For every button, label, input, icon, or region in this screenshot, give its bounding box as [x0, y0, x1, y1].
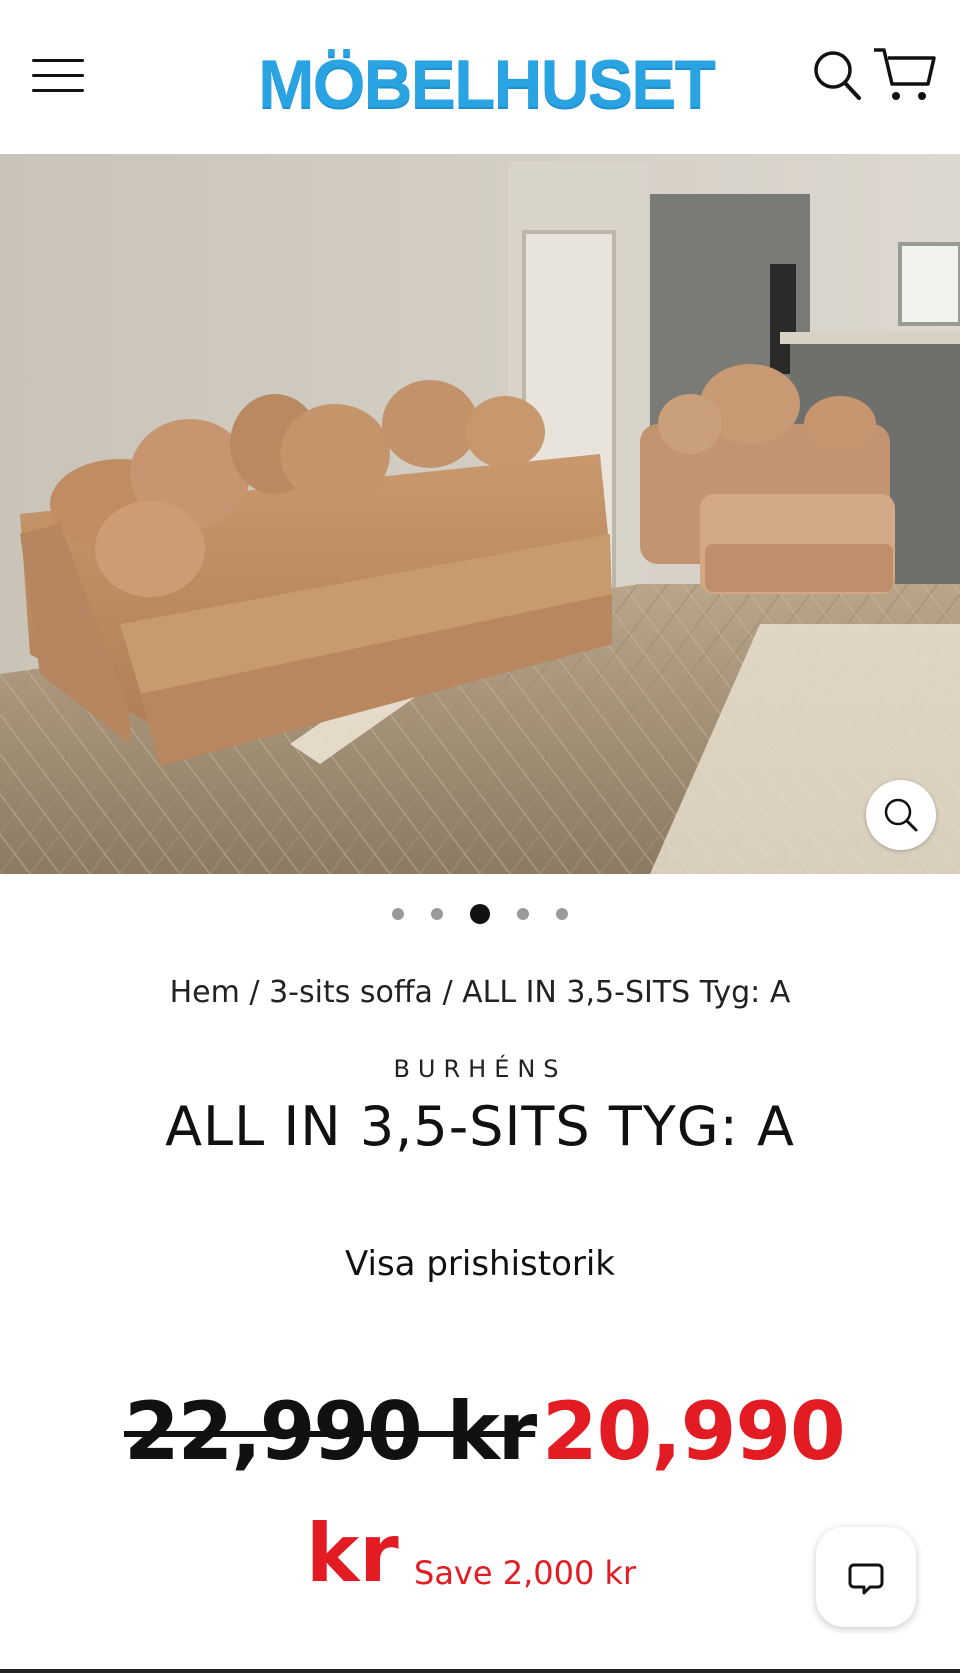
price-history-link[interactable]: Visa prishistorik: [0, 1244, 960, 1284]
logo[interactable]: MÖBELHUSET: [258, 48, 716, 120]
sale-price-currency: kr: [306, 1507, 399, 1600]
cart-icon[interactable]: [872, 46, 936, 104]
breadcrumb: Hem / 3-sits soffa / ALL IN 3,5-SITS Tyg…: [0, 975, 960, 1010]
breadcrumb-separator: /: [432, 975, 463, 1010]
product-image[interactable]: [0, 154, 960, 874]
slide-dot[interactable]: [391, 907, 404, 920]
divider: [0, 1669, 960, 1673]
breadcrumb-home[interactable]: Hem: [170, 975, 240, 1010]
product-vendor[interactable]: BURHÉNS: [0, 1055, 960, 1083]
chat-bubble-icon: [848, 1563, 884, 1595]
breadcrumb-category[interactable]: 3-sits soffa: [269, 975, 433, 1010]
chat-button[interactable]: [816, 1527, 916, 1627]
sale-price: 20,990: [542, 1385, 846, 1478]
breadcrumb-separator: /: [239, 975, 270, 1010]
savings-text: Save 2,000 kr: [414, 1554, 637, 1592]
site-header: MÖBELHUSET: [0, 0, 960, 154]
zoom-icon[interactable]: [866, 780, 936, 850]
slide-dot-active[interactable]: [470, 903, 490, 924]
search-icon[interactable]: [812, 48, 862, 102]
hamburger-menu-icon[interactable]: [30, 55, 86, 95]
slide-indicators: [0, 903, 960, 927]
slide-dot[interactable]: [556, 907, 569, 920]
slide-dot[interactable]: [430, 907, 443, 920]
slide-dot[interactable]: [517, 907, 530, 920]
breadcrumb-current: ALL IN 3,5-SITS Tyg: A: [462, 975, 791, 1010]
product-title: ALL IN 3,5-SITS TYG: A: [165, 1095, 795, 1158]
compare-at-price: 22,990 kr: [124, 1385, 537, 1478]
